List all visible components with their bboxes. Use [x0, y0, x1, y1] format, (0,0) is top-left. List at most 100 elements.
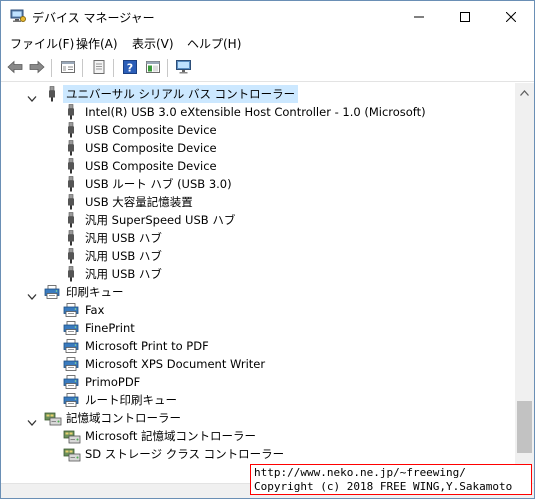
tree-item-label: ルート印刷キュー: [85, 393, 177, 407]
properties-view-icon: [60, 59, 76, 78]
help-button[interactable]: ?: [120, 58, 140, 78]
tree-item-usb-device[interactable]: USB ルート ハブ (USB 3.0): [1, 175, 515, 193]
tree-item-usb-device[interactable]: 汎用 USB ハブ: [1, 229, 515, 247]
tree-category-usb[interactable]: ユニバーサル シリアル バス コントローラー: [1, 85, 515, 103]
tree-item-label: SD ストレージ クラス コントローラー: [85, 447, 285, 461]
printer-icon: [63, 320, 79, 336]
tree-item-label: Intel(R) USB 3.0 eXtensible Host Control…: [85, 105, 426, 119]
vertical-scrollbar[interactable]: [515, 83, 534, 483]
toolbar-separator: [51, 59, 52, 77]
printer-icon: [44, 284, 60, 300]
chevron-up-icon: [520, 85, 529, 99]
toolbar: ?: [1, 54, 534, 82]
storage-controller-icon: [63, 428, 81, 444]
menu-view[interactable]: 表示(V): [132, 35, 174, 52]
printer-icon: [63, 356, 79, 372]
console-view-button[interactable]: [143, 58, 163, 78]
tree-category-storage-controllers[interactable]: 記憶域コントローラー: [1, 409, 515, 427]
usb-connector-icon: [63, 230, 79, 246]
tree-item-usb-device[interactable]: 汎用 USB ハブ: [1, 247, 515, 265]
menu-file[interactable]: ファイル(F): [10, 35, 74, 52]
update-driver-button[interactable]: [89, 58, 109, 78]
help-icon: ?: [122, 59, 138, 78]
tree-item-printer[interactable]: Microsoft XPS Document Writer: [1, 355, 515, 373]
chevron-down-icon[interactable]: [27, 90, 37, 102]
printer-icon: [63, 374, 79, 390]
tree-item-label: Fax: [85, 303, 105, 317]
tree-item-label: USB ルート ハブ (USB 3.0): [85, 177, 232, 191]
scroll-thumb[interactable]: [517, 401, 532, 453]
device-manager-window: デバイス マネージャー ファイル(F) 操作(A) 表示(V) ヘルプ(H) ?…: [0, 0, 535, 499]
properties-view-button[interactable]: [58, 58, 78, 78]
menu-help[interactable]: ヘルプ(H): [187, 35, 241, 52]
chevron-down-icon[interactable]: [27, 414, 37, 426]
printer-icon: [63, 338, 79, 354]
tree-item-printer[interactable]: Microsoft Print to PDF: [1, 337, 515, 355]
tree-item-usb-device[interactable]: 汎用 USB ハブ: [1, 265, 515, 283]
tree-item-usb-device[interactable]: USB 大容量記憶装置: [1, 193, 515, 211]
tree-item-label: USB 大容量記憶装置: [85, 195, 193, 209]
svg-text:?: ?: [127, 61, 133, 74]
maximize-button[interactable]: [442, 1, 488, 32]
tree-item-label: USB Composite Device: [85, 141, 217, 155]
tree-item-label: USB Composite Device: [85, 123, 217, 137]
tree-item-label: Microsoft 記憶域コントローラー: [85, 429, 256, 443]
scan-hardware-button[interactable]: [174, 58, 194, 78]
minimize-button[interactable]: [396, 1, 442, 32]
console-view-icon: [145, 59, 161, 78]
tree-item-usb-device[interactable]: Intel(R) USB 3.0 eXtensible Host Control…: [1, 103, 515, 121]
tree-item-printer[interactable]: PrimoPDF: [1, 373, 515, 391]
tree-item-printer[interactable]: FinePrint: [1, 319, 515, 337]
tree-item-label: FinePrint: [85, 321, 135, 335]
close-button[interactable]: [488, 1, 534, 32]
tree-item-label: Microsoft Print to PDF: [85, 339, 209, 353]
tree-item-storage-controller[interactable]: Microsoft 記憶域コントローラー: [1, 427, 515, 445]
forward-button[interactable]: [27, 58, 47, 78]
printer-icon: [63, 302, 79, 318]
window-title: デバイス マネージャー: [32, 11, 155, 25]
storage-controller-icon: [63, 446, 81, 462]
toolbar-separator: [113, 59, 114, 77]
minimize-icon: [414, 12, 424, 22]
title-bar[interactable]: デバイス マネージャー: [1, 1, 534, 32]
tree-item-usb-device[interactable]: USB Composite Device: [1, 157, 515, 175]
tree-category-label: 記憶域コントローラー: [66, 411, 181, 425]
tree-category-label: ユニバーサル シリアル バス コントローラー: [63, 85, 299, 103]
watermark-copyright: Copyright (c) 2018 FREE WING,Y.Sakamoto: [254, 480, 513, 493]
tree-item-label: 汎用 SuperSpeed USB ハブ: [85, 213, 236, 227]
usb-connector-icon: [44, 86, 60, 102]
tree-item-storage-controller[interactable]: SD ストレージ クラス コントローラー: [1, 445, 515, 463]
scroll-up-button[interactable]: [515, 83, 534, 100]
back-button[interactable]: [5, 58, 25, 78]
usb-connector-icon: [63, 266, 79, 282]
toolbar-separator: [167, 59, 168, 77]
tree-item-printer[interactable]: Fax: [1, 301, 515, 319]
usb-connector-icon: [63, 158, 79, 174]
device-manager-icon: [10, 9, 26, 23]
usb-connector-icon: [63, 248, 79, 264]
update-driver-icon: [91, 59, 107, 78]
toolbar-separator: [82, 59, 83, 77]
usb-connector-icon: [63, 176, 79, 192]
tree-item-label: 汎用 USB ハブ: [85, 249, 162, 263]
usb-connector-icon: [63, 122, 79, 138]
storage-controller-icon: [44, 410, 62, 426]
usb-connector-icon: [63, 140, 79, 156]
tree-item-label: PrimoPDF: [85, 375, 141, 389]
tree-category-print-queue[interactable]: 印刷キュー: [1, 283, 515, 301]
tree-item-usb-device[interactable]: USB Composite Device: [1, 139, 515, 157]
menu-bar: ファイル(F) 操作(A) 表示(V) ヘルプ(H): [1, 32, 534, 54]
menu-action[interactable]: 操作(A): [76, 35, 118, 52]
tree-item-label: 汎用 USB ハブ: [85, 267, 162, 281]
maximize-icon: [460, 11, 470, 22]
usb-connector-icon: [63, 212, 79, 228]
tree-item-usb-device[interactable]: USB Composite Device: [1, 121, 515, 139]
chevron-down-icon[interactable]: [27, 288, 37, 300]
forward-icon: [29, 60, 45, 77]
device-tree[interactable]: ユニバーサル シリアル バス コントローラー Intel(R) USB 3.0 …: [1, 83, 515, 483]
tree-item-usb-device[interactable]: 汎用 SuperSpeed USB ハブ: [1, 211, 515, 229]
tree-item-printer[interactable]: ルート印刷キュー: [1, 391, 515, 409]
copyright-watermark: http://www.neko.ne.jp/~freewing/ Copyrig…: [250, 464, 532, 495]
tree-item-label: USB Composite Device: [85, 159, 217, 173]
usb-connector-icon: [63, 194, 79, 210]
